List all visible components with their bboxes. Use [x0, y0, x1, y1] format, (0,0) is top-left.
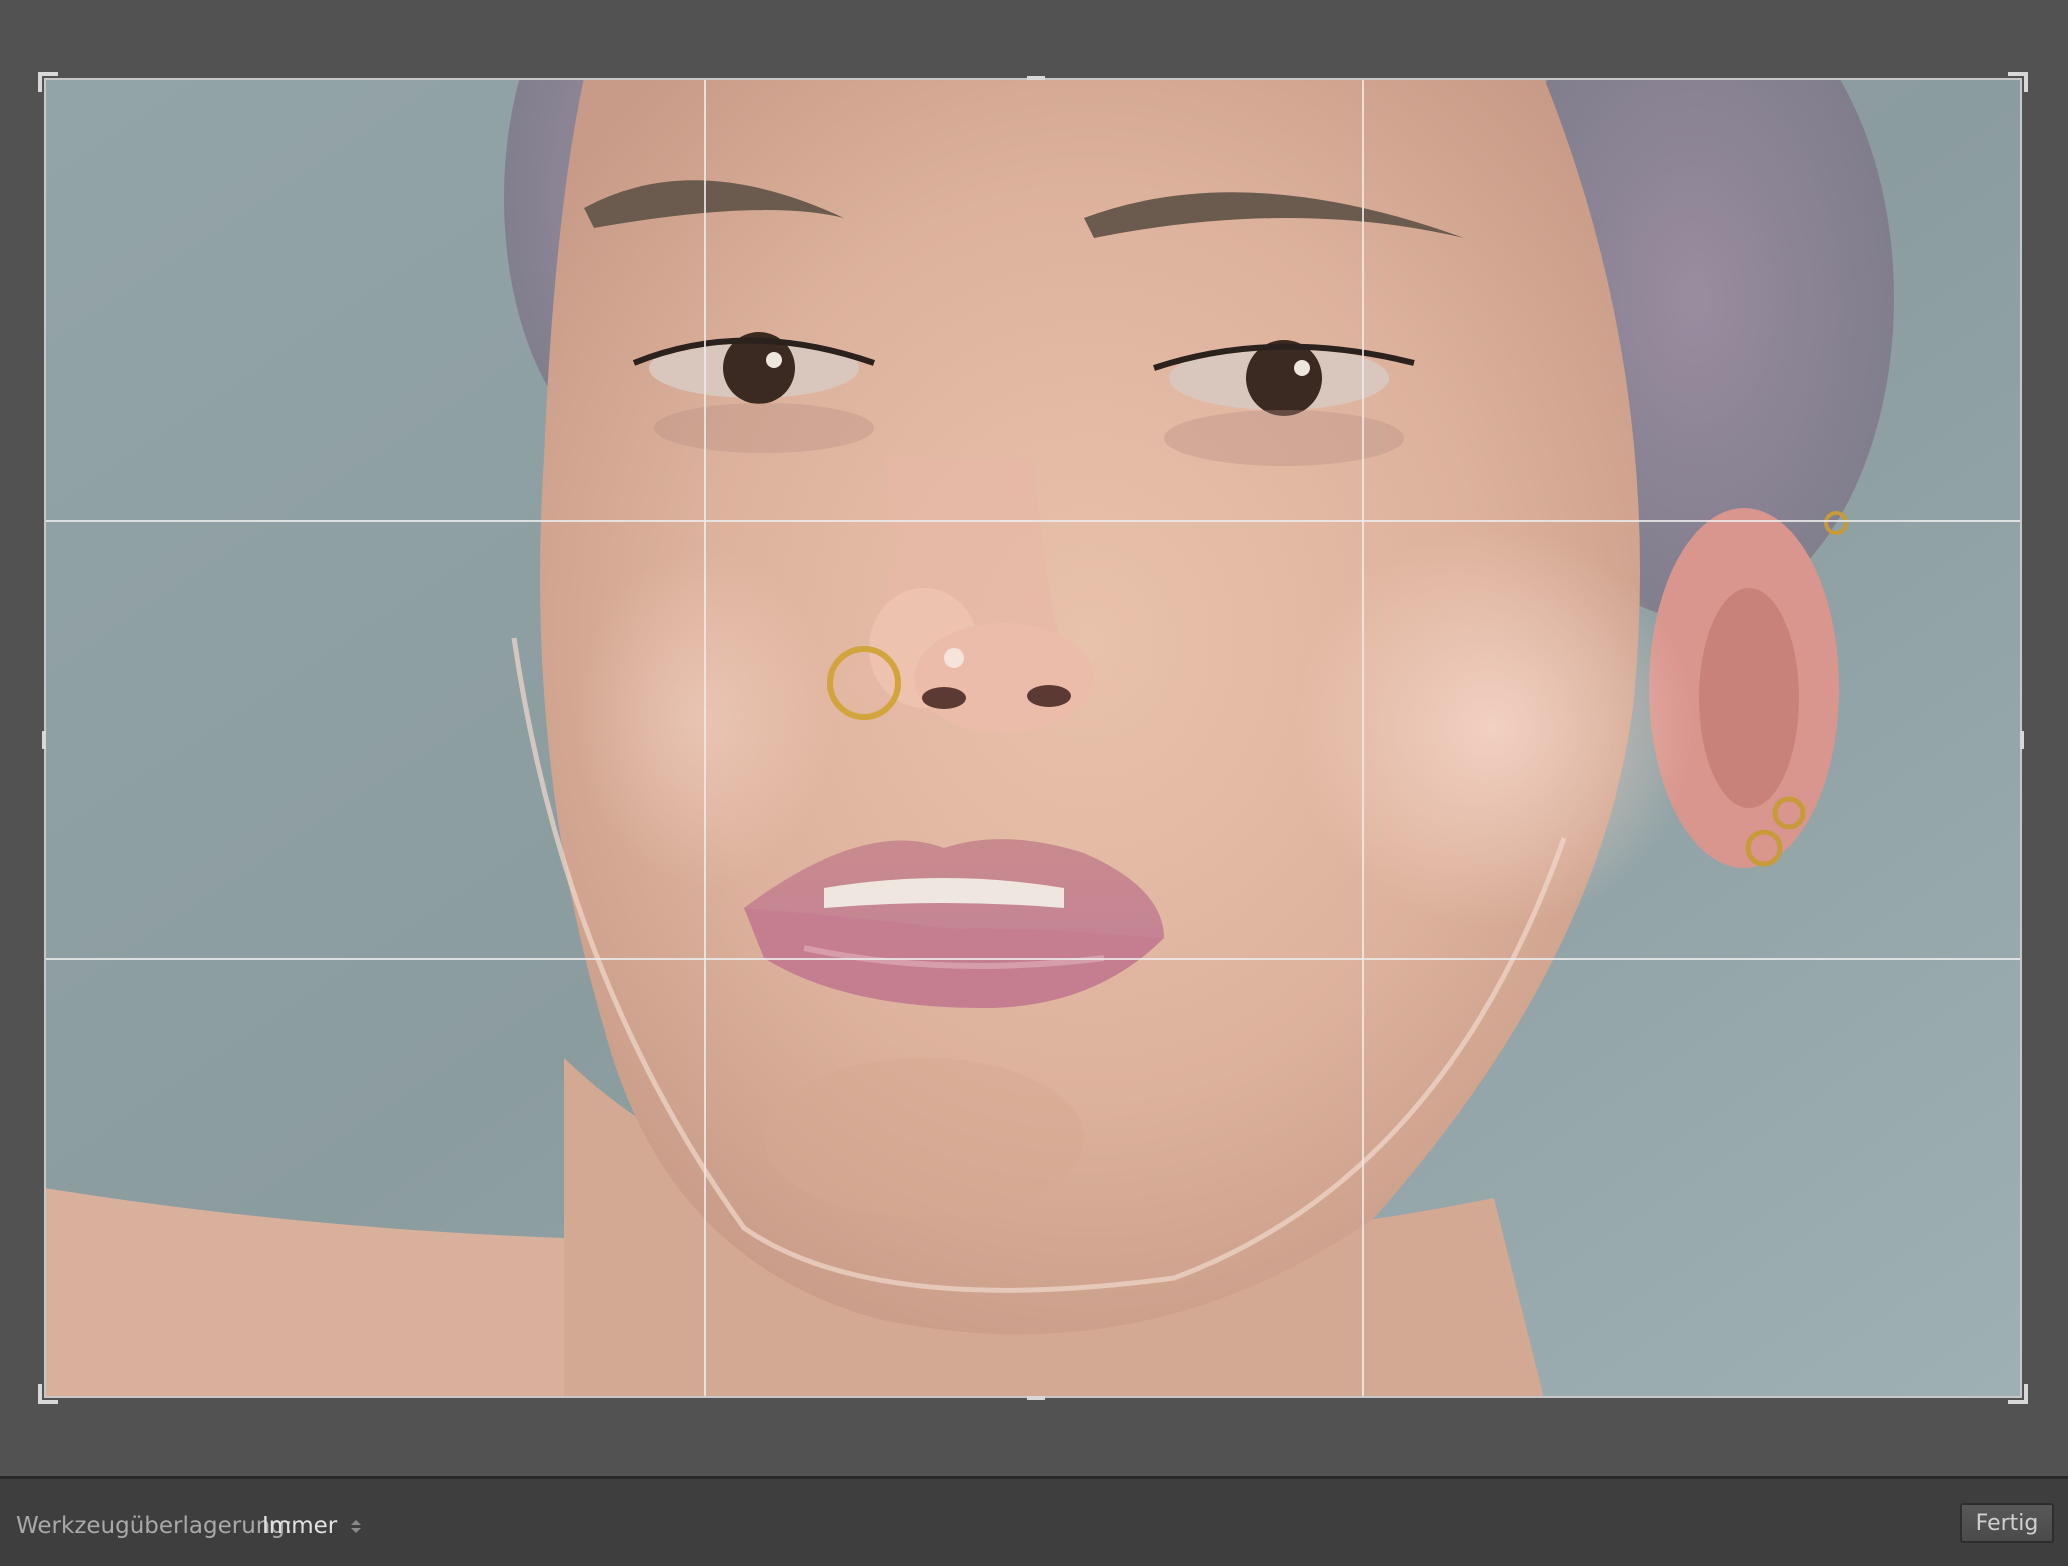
done-button[interactable]: Fertig	[1960, 1503, 2054, 1543]
crop-handle-left[interactable]	[42, 731, 46, 749]
crop-handle-top-left[interactable]	[38, 72, 58, 92]
tool-overlay-select[interactable]: Immer	[262, 1509, 362, 1543]
tool-overlay-label: Werkzeugüberlagerung:	[16, 1513, 293, 1539]
crop-handle-top-right[interactable]	[2008, 72, 2028, 92]
photo-preview[interactable]	[44, 78, 2022, 1398]
crop-handle-bottom[interactable]	[1027, 1396, 1045, 1400]
crop-toolbar: Werkzeugüberlagerung: Immer Fertig	[0, 1476, 2068, 1566]
crop-tool-view: Werkzeugüberlagerung: Immer Fertig	[0, 0, 2068, 1566]
crop-handle-bottom-left[interactable]	[38, 1384, 58, 1404]
tool-overlay-value: Immer	[262, 1513, 338, 1539]
crop-handle-bottom-right[interactable]	[2008, 1384, 2028, 1404]
updown-arrows-icon	[351, 1519, 362, 1533]
crop-handle-top[interactable]	[1027, 76, 1045, 80]
image-workspace	[0, 0, 2068, 1476]
portrait-photo	[44, 78, 2022, 1398]
crop-handle-right[interactable]	[2020, 731, 2024, 749]
